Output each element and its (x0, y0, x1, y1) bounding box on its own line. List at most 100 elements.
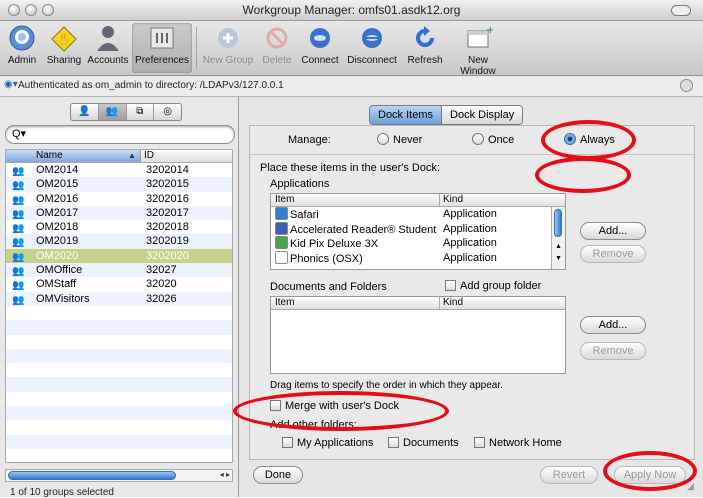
sharing-button[interactable]: ✋ Sharing (44, 23, 84, 73)
group-id: 32020 (146, 278, 177, 291)
computer-groups-tab-icon[interactable]: ◎ (154, 104, 181, 120)
add-application-button[interactable]: Add... (580, 222, 646, 240)
accounts-button[interactable]: Accounts (86, 23, 130, 73)
search-icon: Q▾ (12, 128, 27, 140)
application-kind: Application (443, 251, 497, 264)
empty-row (6, 449, 232, 462)
horizontal-scrollbar[interactable]: ◂ ▸ (5, 469, 233, 482)
computer-lists-tab-icon[interactable]: ⧉ (127, 104, 155, 120)
application-icon (275, 250, 288, 264)
new-window-button[interactable]: + New Window (450, 23, 506, 77)
users-tab-icon[interactable]: 👤 (71, 104, 99, 120)
selection-count: 1 of 10 groups selected (10, 487, 114, 498)
scrollbar-thumb[interactable] (554, 209, 562, 237)
id-column-header[interactable]: ID (141, 150, 154, 162)
new-window-icon: + (463, 23, 494, 53)
group-id: 3202017 (146, 206, 189, 219)
group-id: 3202018 (146, 221, 189, 234)
group-row[interactable]: 👥 OMOffice 32027 (6, 263, 232, 278)
group-row[interactable]: 👥 OM2018 3202018 (6, 220, 232, 234)
kind-column-header[interactable]: Kind (443, 194, 463, 206)
network-home-checkbox[interactable]: Network Home (474, 437, 562, 449)
groups-tab-icon[interactable]: 👥 (98, 104, 127, 120)
auth-status-text: Authenticated as om_admin to directory: … (18, 80, 284, 91)
highlight-merge-ring (233, 391, 449, 431)
disconnect-button[interactable]: Disconnect (344, 23, 400, 73)
checkbox-documents[interactable] (388, 437, 399, 448)
manage-once-radio[interactable]: Once (472, 133, 514, 146)
group-row[interactable]: 👥 OM2015 3202015 (6, 177, 232, 192)
checkbox-network-home[interactable] (474, 437, 485, 448)
group-name: OMVisitors (36, 292, 90, 305)
application-row[interactable]: Kid Pix Deluxe 3X Application (271, 236, 565, 251)
checkbox-my-applications[interactable] (282, 437, 293, 448)
done-button[interactable]: Done (253, 466, 303, 484)
my-applications-checkbox[interactable]: My Applications (282, 437, 373, 449)
application-name: Safari (290, 209, 319, 221)
admin-icon (7, 23, 37, 53)
radio-once[interactable] (472, 133, 484, 145)
empty-row (6, 363, 232, 377)
empty-row (6, 306, 232, 320)
remove-document-button[interactable]: Remove (580, 342, 646, 360)
group-row[interactable]: 👥 OMVisitors 32026 (6, 291, 232, 306)
title-bar: Workgroup Manager: omfs01.asdk12.org (0, 0, 703, 21)
kind-column-header[interactable]: Kind (443, 297, 463, 309)
scroll-arrows-icon[interactable]: ◂ ▸ (220, 470, 230, 479)
group-row[interactable]: 👥 OM2019 3202019 (6, 234, 232, 249)
preferences-icon (147, 23, 177, 53)
applications-scrollbar[interactable]: ▲ ▼ (551, 207, 565, 269)
applications-table: Item Kind Safari Application Accelerated R… (270, 193, 566, 270)
lock-icon[interactable] (680, 79, 693, 92)
tab-dock-items[interactable]: Dock Items (370, 106, 442, 124)
new-group-button[interactable]: New Group (200, 23, 256, 73)
scrollbar-thumb[interactable] (8, 471, 176, 480)
manage-never-radio[interactable]: Never (377, 133, 422, 146)
application-kind: Application (443, 222, 497, 235)
toolbar-toggle-button[interactable] (671, 5, 691, 16)
admin-button[interactable]: Admin (2, 23, 42, 73)
add-group-folder-checkbox[interactable]: Add group folder (445, 280, 541, 292)
remove-application-button[interactable]: Remove (580, 245, 646, 263)
highlight-always-ring (541, 120, 636, 160)
empty-row (6, 420, 232, 434)
checkbox-add-group-folder[interactable] (445, 280, 456, 291)
group-row[interactable]: 👥 OMStaff 32020 (6, 277, 232, 291)
toolbar-separator (196, 27, 197, 69)
refresh-button[interactable]: Refresh (402, 23, 448, 73)
manage-label: Manage: (288, 134, 331, 146)
name-column-header[interactable]: Name (6, 150, 141, 162)
scroll-down-icon[interactable]: ▼ (555, 255, 562, 262)
window-title: Workgroup Manager: omfs01.asdk12.org (242, 3, 461, 17)
group-name: OM2020 (36, 249, 79, 262)
radio-never[interactable] (377, 133, 389, 145)
documents-checkbox[interactable]: Documents (388, 437, 459, 449)
scroll-up-icon[interactable]: ▲ (555, 243, 562, 250)
group-row[interactable]: 👥 OM2014 3202014 (6, 163, 232, 177)
sort-ascending-icon: ▲ (128, 151, 136, 160)
group-id: 32026 (146, 292, 177, 305)
group-row[interactable]: 👥 OM2017 3202017 (6, 205, 232, 221)
documents-table: Item Kind (270, 296, 566, 374)
application-kind: Application (443, 208, 497, 220)
group-id: 3202014 (146, 164, 189, 176)
search-input[interactable]: Q▾ (5, 125, 235, 144)
group-row[interactable]: 👥 OM2020 3202020 (6, 248, 232, 264)
item-column-header[interactable]: Item (275, 297, 294, 309)
connect-button[interactable]: Connect (298, 23, 342, 73)
highlight-apply-ring (603, 451, 697, 491)
revert-button[interactable]: Revert (540, 466, 598, 484)
delete-button[interactable]: Delete (258, 23, 296, 73)
svg-text:✋: ✋ (57, 33, 71, 46)
application-row[interactable]: Accelerated Reader® Student Application (271, 221, 565, 237)
application-name: Phonics (OSX) (290, 252, 363, 265)
item-column-header[interactable]: Item (275, 194, 294, 206)
add-document-button[interactable]: Add... (580, 316, 646, 334)
directory-globe-icon[interactable]: ◉▾ (4, 79, 18, 90)
tab-dock-display[interactable]: Dock Display (441, 106, 523, 124)
empty-row (6, 392, 232, 406)
application-row[interactable]: Safari Application (271, 207, 565, 222)
preferences-button[interactable]: Preferences (132, 23, 192, 73)
application-row[interactable]: Phonics (OSX) Application (271, 250, 565, 266)
group-row[interactable]: 👥 OM2016 3202016 (6, 192, 232, 206)
